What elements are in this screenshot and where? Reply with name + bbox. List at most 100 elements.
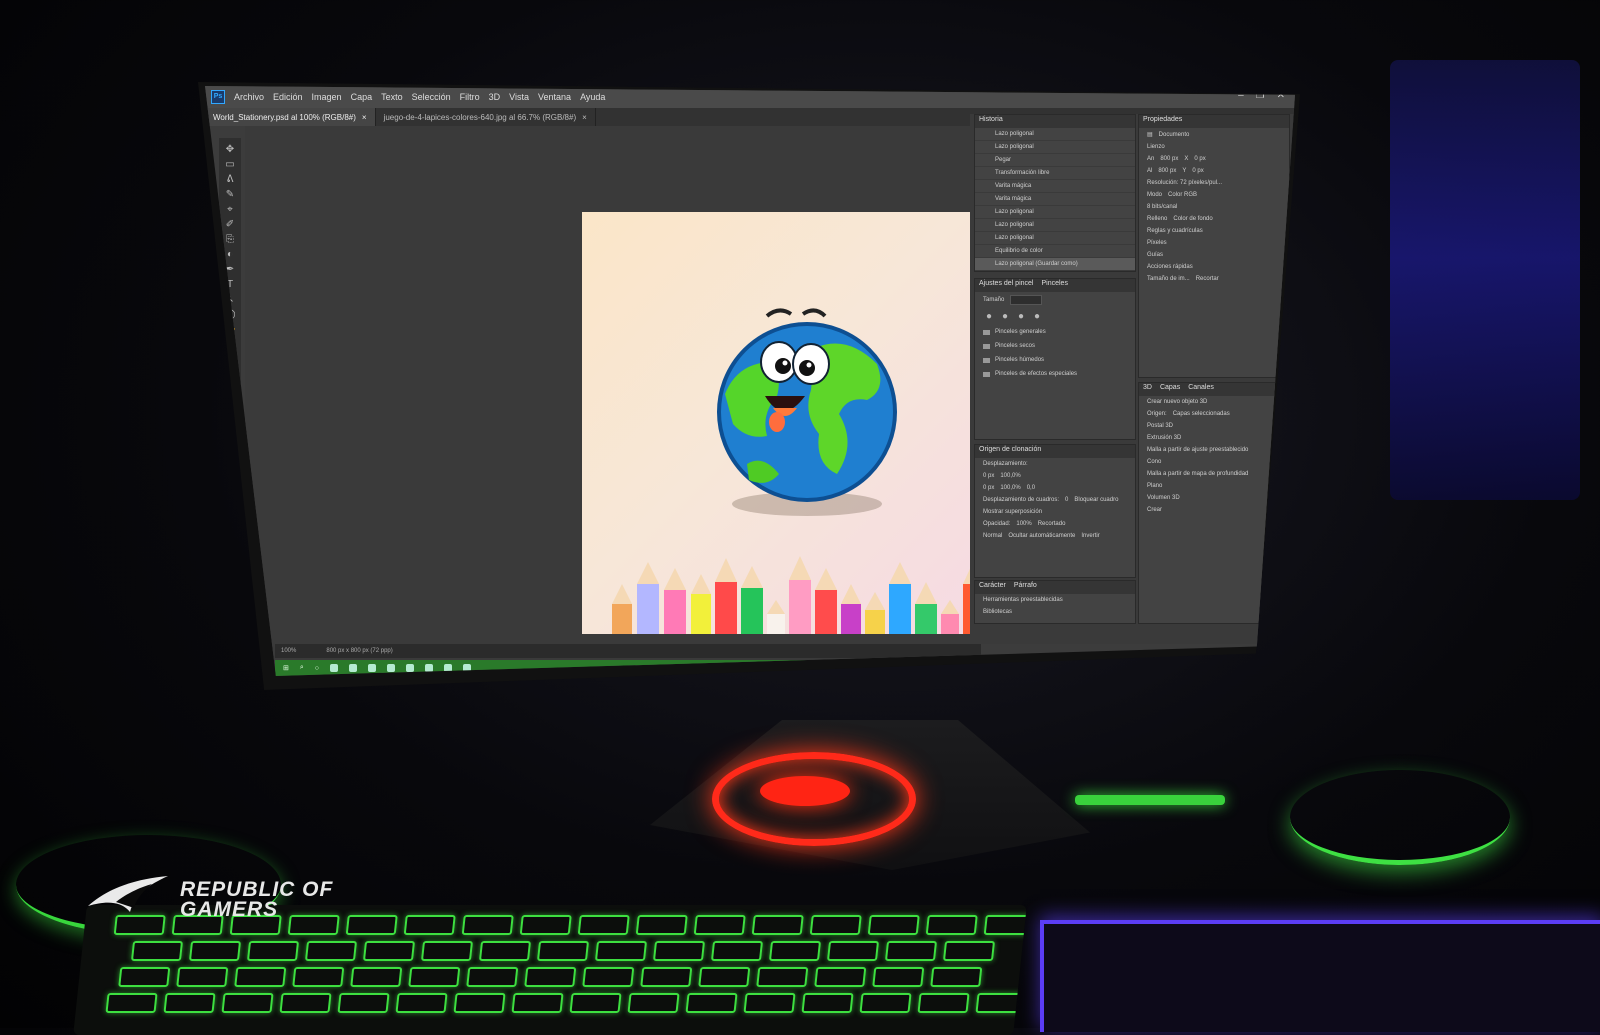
width-percent[interactable]: 100,0%	[1000, 473, 1020, 479]
move-tool-icon[interactable]: ✥	[224, 144, 236, 155]
history-item[interactable]: Transformación libre	[975, 167, 1135, 180]
tab-world-stationery[interactable]: World_Stationery.psd al 100% (RGB/8#) ×	[205, 108, 376, 126]
bit-depth-select[interactable]: 8 bits/canal	[1147, 204, 1177, 210]
3d-option-radio[interactable]: Volumen 3D	[1147, 495, 1180, 501]
tab-lapices[interactable]: juego-de-4-lapices-colores-640.jpg al 66…	[376, 108, 596, 126]
search-icon[interactable]: ⌕	[300, 664, 304, 672]
opacity-value[interactable]: 100%	[1016, 521, 1031, 527]
close-icon[interactable]: ✕	[1277, 90, 1285, 101]
history-item[interactable]: Lazo poligonal	[975, 141, 1135, 154]
menu-item-ayuda[interactable]: Ayuda	[580, 92, 605, 102]
canvas-workspace[interactable]	[245, 126, 1008, 666]
offset-x-value[interactable]: 0 px	[983, 473, 994, 479]
create-3d-button[interactable]: Crear	[1147, 507, 1162, 513]
tab-history[interactable]: Historia	[979, 116, 1003, 127]
menu-item-edicion[interactable]: Edición	[273, 92, 303, 102]
libraries-panel[interactable]: Bibliotecas	[983, 609, 1012, 615]
guides-heading[interactable]: Guías	[1147, 252, 1163, 258]
canvas-width-field[interactable]: 800 px	[1160, 156, 1178, 162]
brush-group-item[interactable]: Pinceles húmedos	[975, 353, 1135, 367]
invert-checkbox[interactable]: Invertir	[1081, 533, 1099, 539]
close-tab-icon[interactable]: ×	[582, 113, 587, 122]
app-taskbar-icon[interactable]	[425, 664, 434, 672]
tab-clone-source[interactable]: Origen de clonación	[979, 446, 1041, 457]
show-overlay-checkbox[interactable]: Mostrar superposición	[983, 509, 1042, 515]
tab-properties[interactable]: Propiedades	[1143, 116, 1182, 127]
angle-value[interactable]: 0,0	[1027, 485, 1035, 491]
menu-item-texto[interactable]: Texto	[381, 92, 403, 102]
menu-item-capa[interactable]: Capa	[351, 92, 373, 102]
magic-wand-tool-icon[interactable]: ✎	[224, 189, 236, 200]
tab-brushes[interactable]: Pinceles	[1041, 280, 1067, 291]
clipped-checkbox[interactable]: Recortado	[1038, 521, 1066, 527]
app-taskbar-icon[interactable]	[368, 664, 377, 672]
lasso-tool-icon[interactable]: ᕕ	[224, 174, 236, 185]
taskbar-clock[interactable]: 08:31 p. m.	[1210, 665, 1245, 672]
frame-offset-value[interactable]: 0	[1065, 497, 1068, 503]
restore-icon[interactable]: ❐	[1256, 90, 1265, 101]
brush-group-item[interactable]: Pinceles de efectos especiales	[975, 367, 1135, 381]
fill-select[interactable]: Color de fondo	[1173, 216, 1212, 222]
tab-3d[interactable]: 3D	[1143, 384, 1152, 395]
3d-option-radio[interactable]: Extrusión 3D	[1147, 435, 1181, 441]
brush-size-field[interactable]	[1010, 295, 1043, 305]
brush-preset-icon[interactable]: ●	[1031, 311, 1043, 322]
task-view-icon[interactable]	[330, 664, 339, 672]
tab-brush-settings[interactable]: Ajustes del pincel	[979, 280, 1033, 291]
tab-character[interactable]: Carácter	[979, 582, 1006, 593]
history-item[interactable]: Pegar	[975, 154, 1135, 167]
canvas-x-field[interactable]: 0 px	[1194, 156, 1205, 162]
menu-item-seleccion[interactable]: Selección	[412, 92, 451, 102]
brush-group-item[interactable]: Pinceles generales	[975, 325, 1135, 339]
blend-mode-select[interactable]: Normal	[983, 533, 1002, 539]
units-select[interactable]: Píxeles	[1147, 240, 1167, 246]
app-taskbar-icon[interactable]	[406, 664, 415, 672]
tab-paragraph[interactable]: Párrafo	[1014, 582, 1037, 593]
brush-preset-icon[interactable]: ●	[1015, 311, 1027, 322]
menu-item-3d[interactable]: 3D	[489, 92, 501, 102]
brush-tool-icon[interactable]: ✐	[224, 219, 236, 230]
tab-channels[interactable]: Canales	[1188, 384, 1214, 395]
marquee-tool-icon[interactable]: ▭	[224, 159, 236, 170]
crop-button[interactable]: Recortar	[1196, 276, 1219, 282]
canvas-y-field[interactable]: 0 px	[1192, 168, 1203, 174]
app-taskbar-icon[interactable]	[349, 664, 358, 672]
history-item[interactable]: Varita mágica	[975, 193, 1135, 206]
menu-item-vista[interactable]: Vista	[509, 92, 529, 102]
brush-preset-icon[interactable]: ●	[983, 311, 995, 322]
quick-actions-heading[interactable]: Acciones rápidas	[1147, 264, 1193, 270]
menu-item-filtro[interactable]: Filtro	[460, 92, 480, 102]
lock-frame-checkbox[interactable]: Bloquear cuadro	[1074, 497, 1118, 503]
3d-option-radio[interactable]: Malla a partir de ajuste preestablecido	[1147, 447, 1248, 453]
depth-map-select[interactable]: Plano	[1147, 483, 1162, 489]
history-item[interactable]: Lazo poligonal	[975, 232, 1135, 245]
history-item[interactable]: Equilibrio de color	[975, 245, 1135, 258]
auto-hide-checkbox[interactable]: Ocultar automáticamente	[1008, 533, 1075, 539]
image-size-button[interactable]: Tamaño de im...	[1147, 276, 1190, 282]
history-item-current[interactable]: Lazo poligonal (Guardar como)	[975, 258, 1135, 271]
cortana-icon[interactable]: ○	[315, 665, 319, 672]
history-item[interactable]: Lazo poligonal	[975, 206, 1135, 219]
start-icon[interactable]: ⊞	[283, 664, 289, 672]
history-item[interactable]: Lazo poligonal	[975, 128, 1135, 141]
canvas-height-field[interactable]: 800 px	[1158, 168, 1176, 174]
history-item[interactable]: Varita mágica	[975, 180, 1135, 193]
history-item[interactable]: Lazo poligonal	[975, 219, 1135, 232]
3d-option-radio[interactable]: Postal 3D	[1147, 423, 1173, 429]
menu-item-imagen[interactable]: Imagen	[312, 92, 342, 102]
stamp-tool-icon[interactable]: ⎘	[224, 234, 236, 245]
close-tab-icon[interactable]: ×	[362, 113, 367, 122]
eyedropper-tool-icon[interactable]: ⌖	[224, 204, 236, 215]
rulers-grids-heading[interactable]: Reglas y cuadrículas	[1147, 228, 1203, 234]
zoom-level[interactable]: 100%	[281, 648, 296, 654]
height-percent[interactable]: 100,0%	[1000, 485, 1020, 491]
tool-presets-panel[interactable]: Herramientas preestablecidas	[983, 597, 1063, 603]
app-taskbar-icon[interactable]	[387, 664, 396, 672]
offset-y-value[interactable]: 0 px	[983, 485, 994, 491]
preset-select[interactable]: Cono	[1147, 459, 1161, 465]
menu-item-archivo[interactable]: Archivo	[234, 92, 264, 102]
menu-item-ventana[interactable]: Ventana	[538, 92, 571, 102]
source-select[interactable]: Capas seleccionadas	[1173, 411, 1230, 417]
eraser-tool-icon[interactable]: ◐	[224, 249, 236, 260]
minimize-icon[interactable]: –	[1238, 90, 1244, 101]
